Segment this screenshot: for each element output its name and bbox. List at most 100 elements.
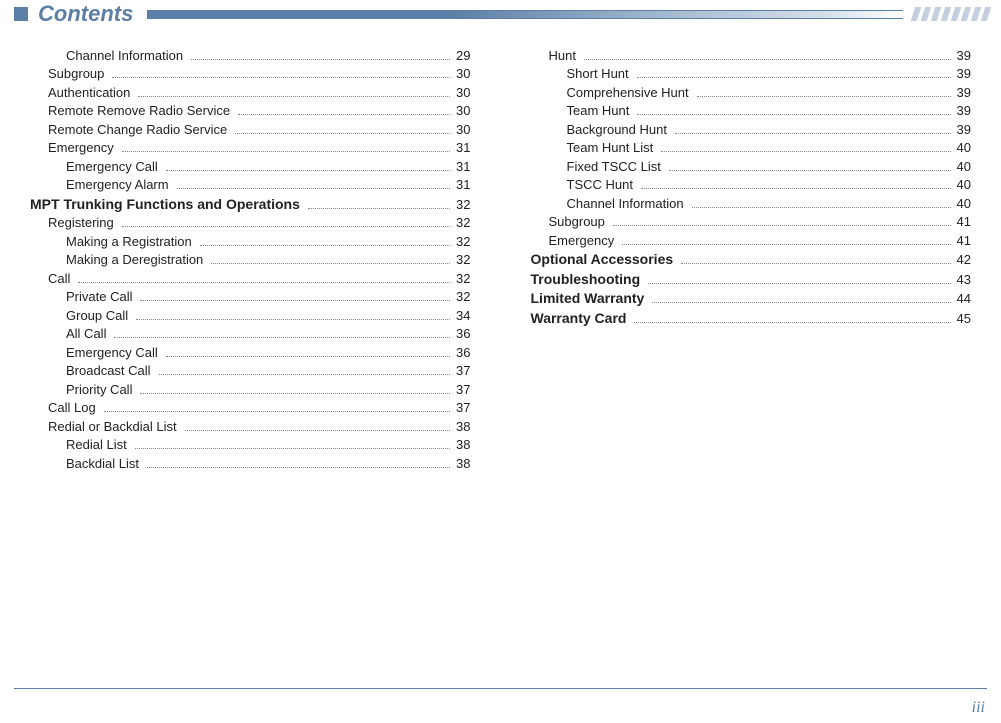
toc-label: Subgroup (48, 66, 104, 81)
stripe-icon (911, 7, 922, 21)
toc-label: Warranty Card (531, 310, 627, 326)
toc-label: Making a Deregistration (66, 252, 203, 267)
header-square-icon (14, 7, 28, 21)
toc-leader (637, 114, 950, 115)
toc-row: Emergency 41 (531, 233, 972, 248)
stripe-icon (981, 7, 992, 21)
toc-page: 39 (957, 103, 971, 118)
toc-page: 31 (456, 140, 470, 155)
toc-page: 40 (957, 196, 971, 211)
toc-leader (200, 245, 450, 246)
toc-label: Remote Remove Radio Service (48, 103, 230, 118)
toc-leader (681, 263, 950, 264)
toc-label: Authentication (48, 85, 130, 100)
toc-page: 32 (456, 197, 470, 212)
toc-row: Background Hunt39 (531, 122, 972, 137)
toc-row: Redial List38 (30, 437, 471, 452)
toc-row: Emergency31 (30, 140, 471, 155)
toc-page: 43 (957, 272, 971, 287)
toc-leader (308, 208, 450, 209)
toc-label: Background Hunt (567, 122, 667, 137)
toc-label: Broadcast Call (66, 363, 151, 378)
toc-row: Limited Warranty 44 (531, 290, 972, 306)
toc-label: Troubleshooting (531, 271, 641, 287)
toc-page: 34 (456, 308, 470, 323)
toc-leader (177, 188, 450, 189)
toc-leader (238, 114, 450, 115)
toc-page: 44 (957, 291, 971, 306)
toc-label: Emergency Alarm (66, 177, 169, 192)
toc-label: Redial or Backdial List (48, 419, 177, 434)
toc-page: 42 (957, 252, 971, 267)
toc-page: 38 (456, 419, 470, 434)
toc-row: Team Hunt39 (531, 103, 972, 118)
toc-page: 41 (957, 233, 971, 248)
toc-page: 39 (957, 48, 971, 63)
toc-row: Priority Call37 (30, 382, 471, 397)
toc-leader (697, 96, 951, 97)
toc-row: Emergency Call31 (30, 159, 471, 174)
toc-page: 37 (456, 382, 470, 397)
toc-right-column: Hunt39Short Hunt39Comprehensive Hunt39Te… (531, 44, 972, 474)
toc-row: Remote Change Radio Service30 (30, 122, 471, 137)
toc-leader (136, 319, 450, 320)
toc-leader (147, 467, 450, 468)
toc-row: Backdial List38 (30, 456, 471, 471)
toc-leader (652, 302, 950, 303)
toc-row: MPT Trunking Functions and Operations32 (30, 196, 471, 212)
toc-leader (235, 133, 450, 134)
toc-leader (112, 77, 450, 78)
toc-row: Making a Registration 32 (30, 234, 471, 249)
toc-leader (140, 300, 450, 301)
toc-label: Call (48, 271, 70, 286)
toc-page: 32 (456, 252, 470, 267)
toc-page: 32 (456, 271, 470, 286)
stripe-icon (971, 7, 982, 21)
toc-leader (692, 207, 951, 208)
toc-label: Emergency Call (66, 159, 158, 174)
toc-page: 36 (456, 345, 470, 360)
toc-label: Registering (48, 215, 114, 230)
toc-page: 37 (456, 363, 470, 378)
toc-page: 30 (456, 85, 470, 100)
toc-label: Group Call (66, 308, 128, 323)
toc-label: Emergency (549, 233, 615, 248)
toc-leader (138, 96, 450, 97)
toc-columns: Channel Information 29 Subgroup 30 Authentic… (0, 44, 1001, 474)
header-stripes-icon (913, 7, 989, 21)
toc-row: Channel Information 40 (531, 196, 972, 211)
toc-label: Making a Registration (66, 234, 192, 249)
toc-page: 38 (456, 456, 470, 471)
toc-leader (641, 188, 951, 189)
stripe-icon (921, 7, 932, 21)
toc-leader (669, 170, 951, 171)
toc-leader (135, 448, 450, 449)
toc-row: Subgroup41 (531, 214, 972, 229)
toc-page: 45 (957, 311, 971, 326)
toc-row: Emergency Alarm31 (30, 177, 471, 192)
toc-page: 29 (456, 48, 470, 63)
toc-page: 37 (456, 400, 470, 415)
page-header: Contents (0, 0, 1001, 28)
header-title: Contents (38, 1, 133, 27)
toc-leader (634, 322, 950, 323)
toc-row: Fixed TSCC List40 (531, 159, 972, 174)
toc-label: Limited Warranty (531, 290, 645, 306)
toc-label: Private Call (66, 289, 132, 304)
toc-leader (140, 393, 450, 394)
toc-label: Call Log (48, 400, 96, 415)
toc-label: Channel Information (567, 196, 684, 211)
toc-label: TSCC Hunt (567, 177, 633, 192)
toc-row: All Call36 (30, 326, 471, 341)
toc-label: Remote Change Radio Service (48, 122, 227, 137)
toc-page: 32 (456, 234, 470, 249)
toc-left-column: Channel Information29Subgroup30Authentic… (30, 44, 471, 474)
toc-row: Call 32 (30, 271, 471, 286)
toc-row: Broadcast Call 37 (30, 363, 471, 378)
toc-row: Group Call 34 (30, 308, 471, 323)
toc-page: 38 (456, 437, 470, 452)
toc-leader (78, 282, 450, 283)
footer-divider (14, 688, 987, 689)
toc-leader (159, 374, 450, 375)
toc-leader (675, 133, 951, 134)
